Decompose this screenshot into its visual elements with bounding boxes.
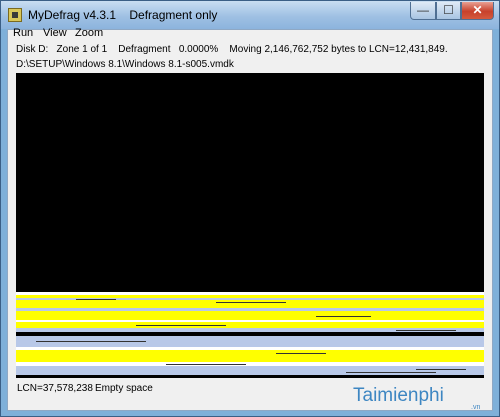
menu-bar: Run View Zoom [8, 25, 492, 44]
menu-view[interactable]: View [43, 27, 67, 39]
fragment-streak [416, 369, 466, 370]
fragment-streak [316, 316, 371, 317]
fragment-streak [346, 372, 436, 373]
watermark-logo: Taimienphi [353, 385, 444, 406]
window-title: MyDefrag v4.3.1 Defragment only [28, 8, 218, 22]
disk-map[interactable] [16, 73, 484, 378]
status-line-progress: Disk D: Zone 1 of 1 Defragment 0.0000% M… [16, 44, 448, 55]
cluster-band [16, 375, 484, 378]
client-area: Disk D: Zone 1 of 1 Defragment 0.0000% M… [7, 27, 493, 411]
status-line-file: D:\SETUP\Windows 8.1\Windows 8.1-s005.vm… [16, 59, 234, 70]
cluster-band [16, 366, 484, 375]
cluster-band [16, 311, 484, 320]
fragment-streak [396, 330, 456, 331]
menu-run[interactable]: Run [13, 27, 33, 39]
fragment-streak [216, 302, 286, 303]
cluster-state: Empty space [95, 383, 153, 394]
fragment-streak [76, 299, 116, 300]
cluster-band [16, 350, 484, 362]
close-button[interactable]: ✕ [461, 2, 494, 20]
lcn-readout: LCN=37,578,238 [17, 383, 93, 394]
watermark-suffix: .vn [471, 404, 481, 411]
fragment-streak [36, 341, 146, 342]
app-icon [8, 8, 22, 22]
fragment-streak [166, 364, 246, 365]
minimize-button[interactable]: — [410, 2, 436, 20]
menu-zoom[interactable]: Zoom [75, 27, 103, 39]
maximize-button[interactable]: ☐ [436, 2, 461, 20]
fragment-streak [276, 353, 326, 354]
app-window: MyDefrag v4.3.1 Defragment only — ☐ ✕ Di… [0, 0, 500, 417]
fragment-streak [136, 325, 226, 326]
